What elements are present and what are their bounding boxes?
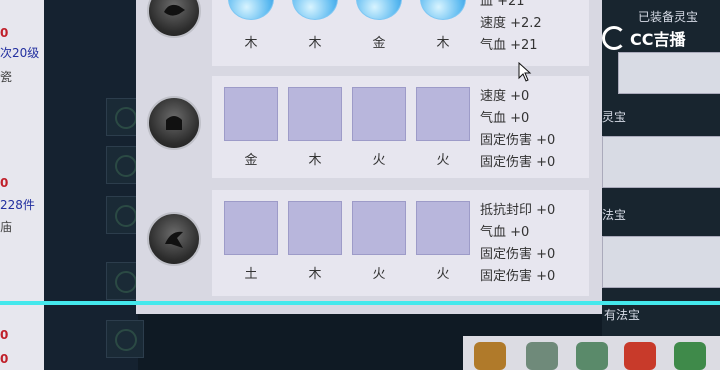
left-line: 0 [0, 176, 9, 190]
element-label: 火 [372, 153, 386, 168]
inventory-grid [44, 0, 144, 370]
left-line: 228件 [0, 198, 35, 212]
right-equip-panel: 已装备灵宝 灵宝 法宝 有法宝 [602, 0, 720, 370]
gem-slot[interactable] [352, 201, 406, 255]
lingbao-row-1: 木 木 金 木 血 +21 速度 +2.2 气血 +21 [212, 0, 589, 66]
element-label: 土 [244, 267, 258, 282]
left-line: 瓷 [0, 70, 13, 84]
stat-line: 气血 +21 [480, 38, 538, 53]
element-label: 木 [308, 153, 322, 168]
pet-avatar-icon[interactable] [147, 0, 201, 38]
water-gem-icon [228, 0, 274, 20]
pet-avatar-icon[interactable] [147, 96, 201, 150]
stat-line: 固定伤害 +0 [480, 247, 556, 262]
gem-slot[interactable] [416, 201, 470, 255]
gem-slot[interactable] [416, 87, 470, 141]
element-label: 木 [308, 36, 322, 51]
gem-slot[interactable] [224, 87, 278, 141]
mouse-cursor-icon [518, 62, 532, 82]
inventory-slot[interactable] [106, 320, 144, 358]
lingbao-popup: 木 木 金 木 血 +21 速度 +2.2 气血 +21 金 木 火 火 速度 … [136, 0, 602, 314]
watermark-text: CC吉播 [630, 30, 686, 49]
left-line: 次20级 [0, 46, 40, 60]
element-label: 火 [436, 267, 450, 282]
stat-line: 气血 +0 [480, 111, 530, 126]
fabao-item-icon[interactable] [624, 342, 656, 370]
owned-fabao-label: 有法宝 [604, 308, 641, 322]
equip-slot[interactable] [602, 236, 720, 288]
gem-slot[interactable] [224, 201, 278, 255]
gem-slot[interactable] [416, 0, 468, 22]
gem-slot[interactable] [352, 87, 406, 141]
lingbao-label: 灵宝 [602, 110, 627, 124]
stat-line: 血 +21 [480, 0, 525, 9]
element-label: 火 [436, 153, 450, 168]
lingbao-row-3: 土 木 火 火 抵抗封印 +0 气血 +0 固定伤害 +0 固定伤害 +0 [212, 190, 589, 296]
stat-line: 速度 +2.2 [480, 16, 542, 31]
fabao-item-icon[interactable] [526, 342, 558, 370]
stat-line: 抵抗封印 +0 [480, 203, 556, 218]
gem-slot[interactable] [352, 0, 404, 22]
stat-line: 固定伤害 +0 [480, 269, 556, 284]
water-gem-icon [292, 0, 338, 20]
element-label: 木 [244, 36, 258, 51]
stat-line: 固定伤害 +0 [480, 155, 556, 170]
fabao-item-icon[interactable] [674, 342, 706, 370]
water-gem-icon [420, 0, 466, 20]
fabao-item-icon[interactable] [576, 342, 608, 370]
stat-line: 气血 +0 [480, 225, 530, 240]
left-line: 0 [0, 26, 9, 40]
pet-avatar-icon[interactable] [147, 212, 201, 266]
left-line: 0 [0, 328, 9, 342]
gem-slot[interactable] [288, 87, 342, 141]
cc-logo-icon [602, 26, 626, 50]
element-label: 火 [372, 267, 386, 282]
fabao-item-icon[interactable] [474, 342, 506, 370]
lingbao-row-2: 金 木 火 火 速度 +0 气血 +0 固定伤害 +0 固定伤害 +0 [212, 76, 589, 178]
stat-line: 固定伤害 +0 [480, 133, 556, 148]
stat-line: 速度 +0 [480, 89, 530, 104]
left-line: 0 [0, 352, 9, 366]
gem-slot[interactable] [288, 201, 342, 255]
element-label: 金 [372, 36, 386, 51]
element-label: 木 [308, 267, 322, 282]
watermark: CC吉播 [602, 26, 686, 50]
left-line: 庙 [0, 220, 13, 234]
element-label: 金 [244, 153, 258, 168]
element-label: 木 [436, 36, 450, 51]
equipped-lingbao-title: 已装备灵宝 [638, 10, 699, 24]
fabao-label: 法宝 [602, 208, 627, 222]
gem-slot[interactable] [224, 0, 276, 22]
left-info-panel: 0 次20级 瓷 0 228件 庙 0 0 [0, 0, 44, 370]
water-gem-icon [356, 0, 402, 20]
gem-slot[interactable] [288, 0, 340, 22]
highlight-divider [0, 301, 720, 305]
equip-slot[interactable] [602, 136, 720, 188]
equip-slot[interactable] [618, 52, 720, 94]
